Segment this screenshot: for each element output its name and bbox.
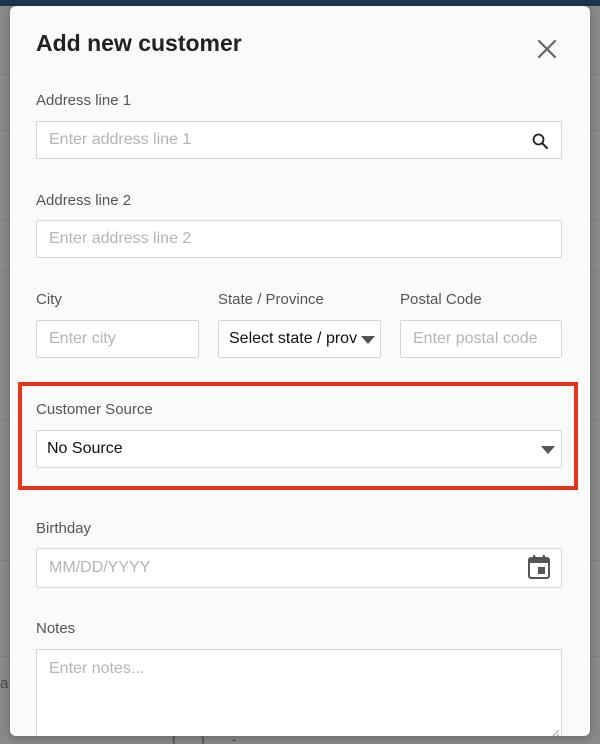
birthday-label: Birthday — [36, 520, 92, 537]
calendar-icon — [528, 555, 550, 579]
close-button[interactable] — [536, 38, 558, 60]
chevron-down-icon — [361, 336, 375, 344]
state-selected-value: Select state / province — [229, 330, 357, 347]
city-label: City — [36, 291, 62, 308]
notes-textarea[interactable] — [36, 649, 562, 736]
modal-title: Add new customer — [36, 30, 242, 56]
state-label: State / Province — [218, 291, 324, 308]
customer-source-selected-value: No Source — [47, 440, 123, 457]
add-customer-modal: Add new customer Address line 1 Address … — [10, 6, 590, 736]
chevron-down-icon — [541, 446, 555, 454]
customer-source-label: Customer Source — [36, 401, 153, 418]
address-line-1-input[interactable] — [36, 121, 562, 159]
state-select[interactable]: Select state / province — [218, 320, 381, 358]
notes-label: Notes — [36, 620, 76, 637]
birthday-input[interactable] — [36, 548, 562, 588]
customer-source-select[interactable]: No Source — [36, 430, 562, 468]
postal-code-label: Postal Code — [400, 291, 482, 308]
postal-code-input[interactable] — [400, 320, 562, 358]
close-icon — [537, 39, 557, 59]
address-line-2-input[interactable] — [36, 220, 562, 258]
resize-grip-icon[interactable] — [550, 728, 560, 736]
address-line-2-label: Address line 2 — [36, 192, 132, 209]
search-icon — [532, 133, 548, 149]
backdrop-text-fragment: a — [0, 675, 9, 692]
address-search-button[interactable] — [531, 132, 549, 150]
address-line-1-label: Address line 1 — [36, 92, 132, 109]
birthday-calendar-button[interactable] — [527, 554, 551, 580]
city-input[interactable] — [36, 320, 199, 358]
